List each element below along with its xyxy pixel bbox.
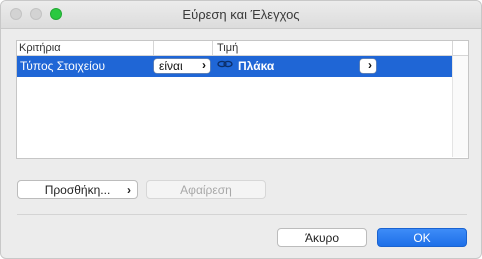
column-header-value[interactable]: Τιμή <box>217 41 238 55</box>
find-select-dialog: Εύρεση και Έλεγχος Κριτήρια Τιμή Τύπος Σ… <box>0 0 482 259</box>
chevron-right-icon: › <box>127 183 131 197</box>
criteria-table: Κριτήρια Τιμή Τύπος Στοιχείου είναι › Πλ… <box>16 40 469 159</box>
link-chain-icon <box>217 58 233 74</box>
cancel-button[interactable]: Άκυρο <box>277 228 367 247</box>
separator <box>17 214 467 215</box>
criterion-cell: Τύπος Στοιχείου <box>20 59 106 73</box>
column-divider <box>153 41 154 55</box>
add-button[interactable]: Προσθήκη... › <box>17 180 138 199</box>
title-bar: Εύρεση και Έλεγχος <box>1 1 481 29</box>
ok-button-label: OK <box>413 231 431 245</box>
remove-button-label: Αφαίρεση <box>180 183 232 197</box>
ok-button[interactable]: OK <box>377 228 467 247</box>
operator-label: είναι <box>159 59 183 73</box>
vertical-scrollbar[interactable] <box>452 56 468 157</box>
value-cell: Πλάκα <box>238 59 275 73</box>
window-title: Εύρεση και Έλεγχος <box>182 7 300 22</box>
column-header-criteria[interactable]: Κριτήρια <box>19 41 61 55</box>
remove-button[interactable]: Αφαίρεση <box>146 180 266 199</box>
value-popup[interactable]: › <box>360 58 376 73</box>
chevron-right-icon: › <box>202 58 206 72</box>
cancel-button-label: Άκυρο <box>304 231 340 245</box>
operator-popup[interactable]: είναι › <box>154 58 210 73</box>
chevron-right-icon: › <box>368 58 372 72</box>
column-divider <box>452 41 453 55</box>
table-row-selected[interactable]: Τύπος Στοιχείου είναι › Πλάκα › <box>17 56 452 77</box>
add-button-label: Προσθήκη... <box>44 183 111 197</box>
table-header: Κριτήρια Τιμή <box>17 41 468 56</box>
column-divider <box>212 41 213 55</box>
